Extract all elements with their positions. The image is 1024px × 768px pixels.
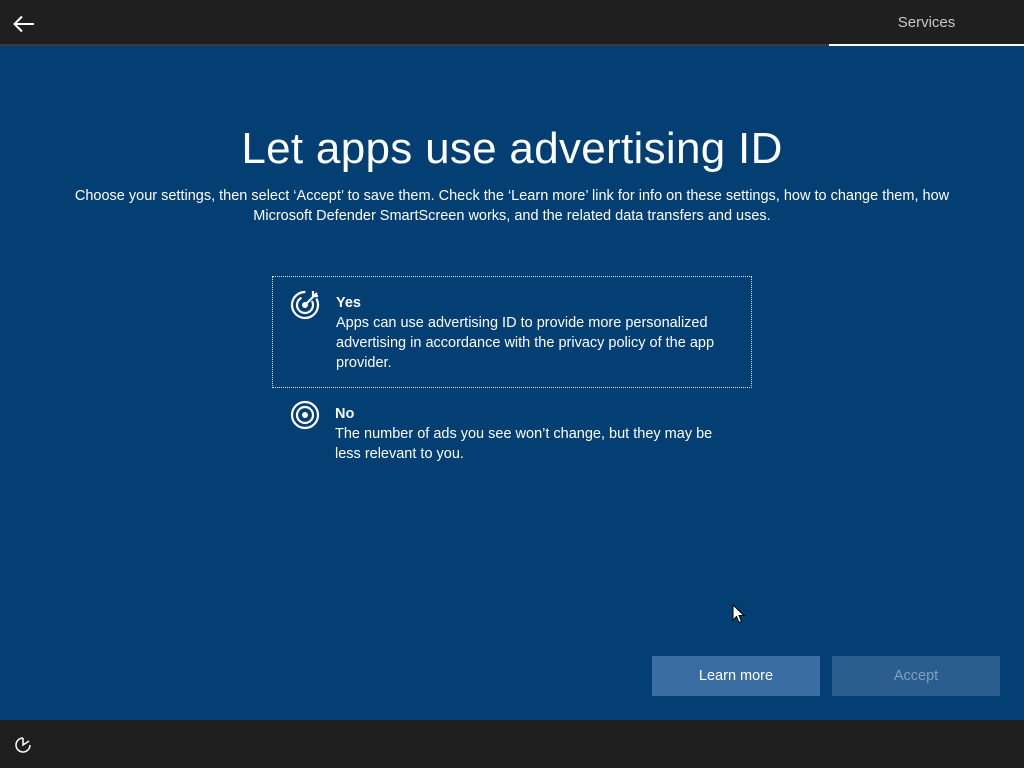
ease-of-access-button[interactable]: [12, 734, 34, 756]
top-bar: Services: [0, 0, 1024, 46]
target-arrow-icon: [290, 290, 320, 320]
bottom-bar: [0, 720, 1024, 768]
target-icon: [290, 400, 320, 430]
back-arrow-icon: [13, 15, 34, 33]
page-title: Let apps use advertising ID: [241, 124, 783, 173]
option-no-description: The number of ads you see won’t change, …: [335, 426, 713, 462]
option-yes-text: Yes Apps can use advertising ID to provi…: [336, 293, 736, 373]
accept-button[interactable]: Accept: [832, 656, 1000, 696]
option-yes-title: Yes: [336, 295, 361, 311]
option-yes[interactable]: Yes Apps can use advertising ID to provi…: [272, 276, 752, 388]
main-content: Let apps use advertising ID Choose your …: [0, 46, 1024, 720]
ease-of-access-icon: [15, 737, 31, 753]
option-no-text: No The number of ads you see won’t chang…: [335, 404, 735, 464]
mouse-pointer-icon: [732, 604, 746, 624]
option-yes-description: Apps can use advertising ID to provide m…: [336, 315, 715, 371]
option-no-title: No: [335, 406, 355, 422]
option-no[interactable]: No The number of ads you see won’t chang…: [272, 388, 752, 478]
page-subtitle: Choose your settings, then select ‘Accep…: [74, 188, 950, 224]
back-button[interactable]: [10, 10, 38, 38]
learn-more-button[interactable]: Learn more: [652, 656, 820, 696]
section-label-services: Services: [829, 0, 1024, 46]
